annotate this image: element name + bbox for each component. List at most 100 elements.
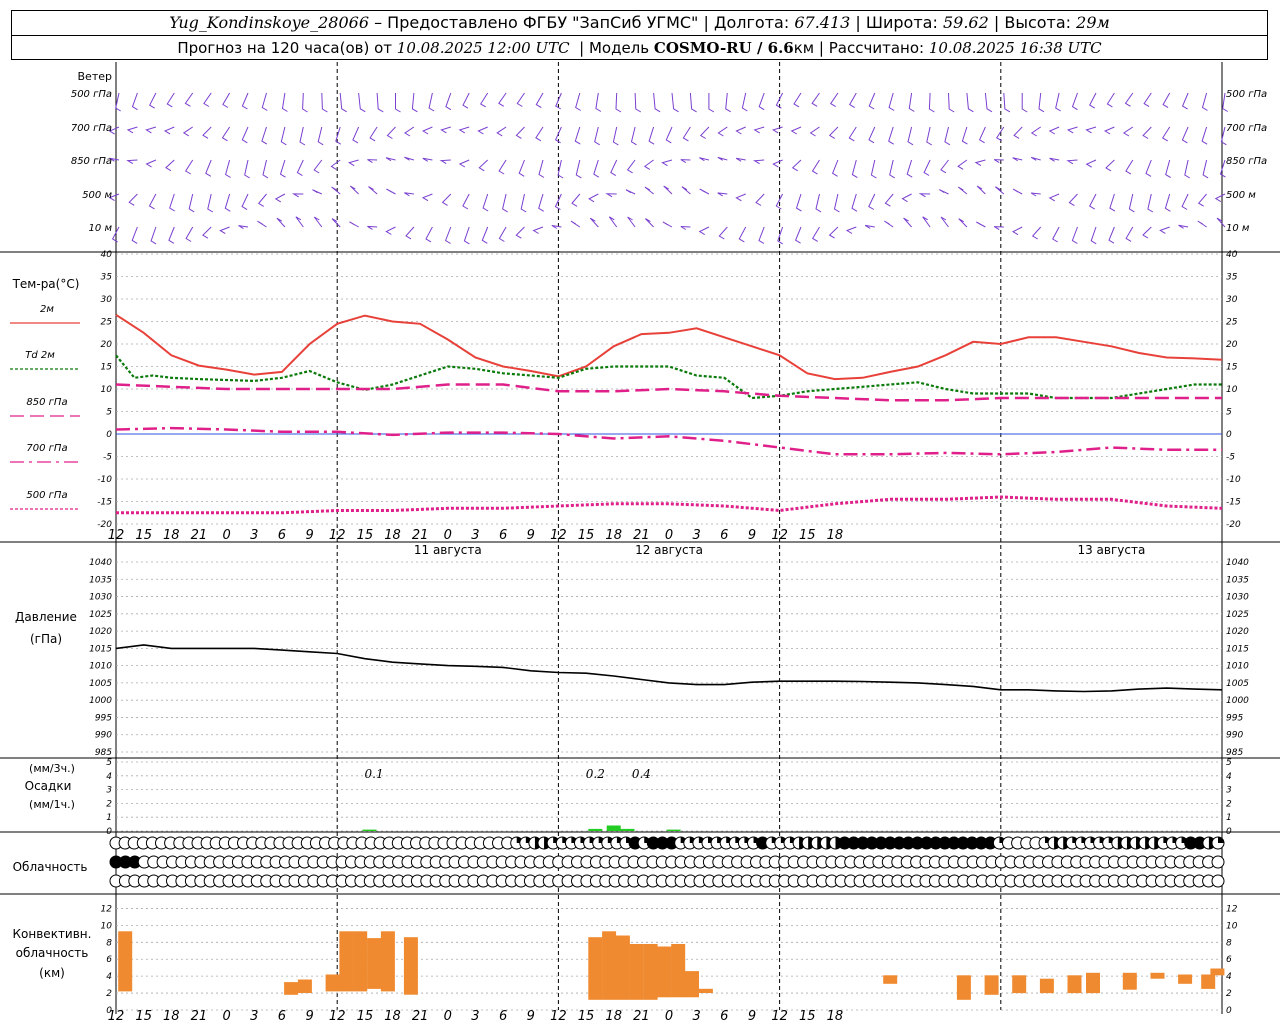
y-tick-label-left: 35 xyxy=(101,273,113,283)
wind-barb xyxy=(518,159,525,177)
wind-barb xyxy=(261,126,268,145)
convective-bar xyxy=(284,982,299,995)
y-tick-label-right: 985 xyxy=(1226,748,1243,758)
wind-barb xyxy=(238,225,249,230)
y-tick-label-left: 4 xyxy=(106,972,112,982)
time-tick-label: 3 xyxy=(250,528,258,543)
wind-barb xyxy=(1181,92,1189,110)
wind-barb xyxy=(166,92,175,108)
y-tick-label-right: 1040 xyxy=(1226,558,1249,568)
wind-barb xyxy=(829,92,839,108)
y-tick-label-left: 20 xyxy=(101,340,113,350)
precip-amount-label: 0.1 xyxy=(365,767,384,781)
wind-barb xyxy=(302,92,308,113)
y-tick-label-left: -15 xyxy=(97,498,112,508)
time-tick-label: 18 xyxy=(827,528,844,543)
precip-bar xyxy=(588,828,603,831)
wind-barb xyxy=(219,226,230,235)
wind-barb xyxy=(203,92,212,107)
wind-level-label-right: 500 м xyxy=(1226,190,1256,201)
convective-bar xyxy=(1210,968,1225,976)
y-tick-label-right: 995 xyxy=(1226,713,1243,723)
y-tick-label-right: 12 xyxy=(1226,904,1238,914)
wind-barb xyxy=(440,126,451,134)
wind-barb xyxy=(349,185,359,195)
y-tick-label-left: 985 xyxy=(95,748,112,758)
wind-barb xyxy=(1124,92,1134,107)
convective-bar xyxy=(1012,975,1027,994)
y-tick-label-right: -5 xyxy=(1226,453,1235,463)
wind-barb xyxy=(184,92,194,107)
wind-barb xyxy=(626,159,636,174)
wind-barb xyxy=(367,159,378,164)
convective-bar xyxy=(403,937,418,995)
wind-barb xyxy=(385,226,396,235)
time-tick-label-bottom: 15 xyxy=(135,1009,152,1024)
y-tick-label-right: 40 xyxy=(1226,250,1238,260)
time-tick-label-bottom: 9 xyxy=(527,1009,535,1024)
convective-bar xyxy=(1039,978,1054,994)
y-tick-label-left: 1 xyxy=(106,813,112,823)
time-tick-label-bottom: 15 xyxy=(799,1009,816,1024)
time-tick-label: 12 xyxy=(108,528,125,543)
wind-barb xyxy=(689,92,697,113)
convective-bar xyxy=(984,975,999,995)
time-tick-label-bottom: 3 xyxy=(471,1009,479,1024)
wind-barb xyxy=(928,92,935,113)
y-tick-label-right: 1030 xyxy=(1226,593,1249,603)
wind-barb xyxy=(202,226,212,239)
temp-series-line xyxy=(115,354,1222,400)
wind-barb xyxy=(772,159,783,168)
wind-barb xyxy=(296,159,304,177)
wind-barb xyxy=(257,193,267,207)
wind-barb xyxy=(281,92,288,112)
wind-barb xyxy=(752,159,765,165)
wind-barb xyxy=(1012,188,1023,195)
wind-barb xyxy=(918,193,931,198)
wind-barb xyxy=(791,159,802,172)
time-tick-label-bottom: 12 xyxy=(329,1009,346,1024)
temp-legend-label: 700 гПа xyxy=(26,443,67,454)
wind-barb xyxy=(441,193,452,206)
wind-barb xyxy=(1108,226,1115,244)
wind-barb xyxy=(404,192,414,197)
time-tick-label-bottom: 12 xyxy=(771,1009,788,1024)
wind-barb xyxy=(575,92,581,111)
y-tick-label-right: 4 xyxy=(1226,772,1232,782)
time-tick-label: 12 xyxy=(329,528,346,543)
wind-barb xyxy=(482,193,489,212)
wind-barb xyxy=(330,159,341,170)
wind-barb xyxy=(974,159,986,167)
time-tick-label: 12 xyxy=(771,528,788,543)
wind-level-label-left: 500 гПа xyxy=(71,89,112,100)
wind-barb xyxy=(535,126,544,142)
wind-barb xyxy=(984,92,993,113)
y-tick-label-left: 10 xyxy=(101,385,113,395)
wind-barb xyxy=(425,226,433,243)
time-tick-label-bottom: 0 xyxy=(665,1009,673,1024)
wind-barb xyxy=(888,126,894,145)
wind-barb xyxy=(1013,126,1023,139)
wind-barb xyxy=(864,224,875,229)
wind-barb xyxy=(1055,92,1061,112)
y-tick-label-left: 2 xyxy=(106,989,112,999)
wind-barb xyxy=(1214,193,1226,203)
y-tick-label-right: 30 xyxy=(1226,295,1238,305)
wind-barb xyxy=(1066,159,1078,165)
wind-barb xyxy=(331,218,341,228)
wind-level-label-left: 500 м xyxy=(82,190,112,201)
wind-barb xyxy=(538,193,544,212)
wind-barb xyxy=(1109,193,1116,212)
y-tick-label-right: 8 xyxy=(1226,938,1232,948)
y-tick-label-right: -20 xyxy=(1226,520,1241,530)
wind-barb xyxy=(957,186,968,195)
wind-barb xyxy=(589,217,599,228)
y-tick-label-left: 25 xyxy=(101,318,113,328)
wind-barb xyxy=(699,188,710,195)
y-tick-label-left: 0 xyxy=(106,827,112,837)
convective-bar xyxy=(588,937,603,1000)
wind-barb xyxy=(1142,126,1152,139)
wind-barb xyxy=(1197,193,1207,207)
wind-barb xyxy=(717,156,728,161)
wind-barb xyxy=(411,92,418,113)
